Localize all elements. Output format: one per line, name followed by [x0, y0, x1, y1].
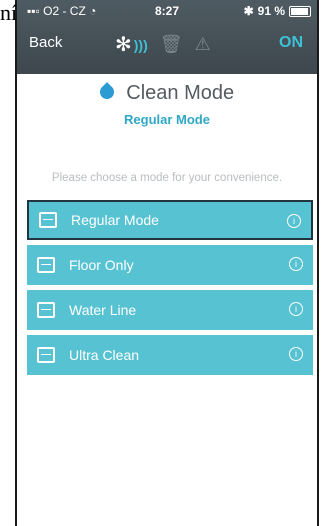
info-icon[interactable]: i: [289, 257, 303, 271]
pool-icon: [37, 257, 55, 273]
app-bar: ▪▪▫ O2 - CZ ◔ 8:27 ✱ 91 % Back ✻))) 🗑 ⚠ …: [17, 0, 317, 74]
back-button[interactable]: Back: [29, 34, 62, 51]
warning-icon[interactable]: ⚠: [195, 34, 211, 55]
on-button[interactable]: ON: [279, 34, 303, 52]
info-icon[interactable]: i: [287, 214, 301, 228]
mode-item-floor-only[interactable]: Floor Only i: [27, 245, 313, 285]
battery-percent: 91 %: [257, 4, 285, 18]
mode-item-ultra-clean[interactable]: Ultra Clean i: [27, 335, 313, 375]
pool-icon: [37, 347, 55, 363]
bluetooth-status-icon: ✱: [243, 4, 254, 18]
water-drop-icon: [96, 81, 117, 102]
trash-icon[interactable]: 🗑: [160, 34, 183, 55]
pool-icon: [37, 302, 55, 318]
mode-label: Floor Only: [69, 257, 134, 273]
title-row: Clean Mode: [17, 81, 317, 105]
mode-item-water-line[interactable]: Water Line i: [27, 290, 313, 330]
status-right: ✱ 91 %: [244, 4, 311, 18]
status-bar: ▪▪▫ O2 - CZ ◔ 8:27 ✱ 91 %: [17, 0, 317, 22]
info-icon[interactable]: i: [289, 302, 303, 316]
pool-icon: [39, 212, 57, 228]
mode-list: Regular Mode i Floor Only i Water Line i…: [27, 200, 313, 380]
instruction-text: Please choose a mode for your convenienc…: [51, 172, 283, 184]
phone-screen: ▪▪▫ O2 - CZ ◔ 8:27 ✱ 91 % Back ✻))) 🗑 ⚠ …: [15, 0, 319, 526]
mode-label: Ultra Clean: [69, 347, 140, 363]
nav-row: Back ✻))) 🗑 ⚠ ON: [17, 26, 317, 66]
battery-icon: [289, 5, 311, 17]
mode-label: Regular Mode: [71, 212, 159, 228]
bluetooth-connect-icon[interactable]: ✻))): [115, 32, 148, 57]
overlay-text: ní: [0, 0, 18, 25]
mode-item-regular[interactable]: Regular Mode i: [27, 200, 313, 240]
mode-label: Water Line: [69, 302, 137, 318]
nav-icons: ✻))) 🗑 ⚠: [115, 32, 211, 57]
page-title: Clean Mode: [126, 82, 235, 104]
info-icon[interactable]: i: [289, 347, 303, 361]
current-mode-label: Regular Mode: [124, 112, 210, 127]
